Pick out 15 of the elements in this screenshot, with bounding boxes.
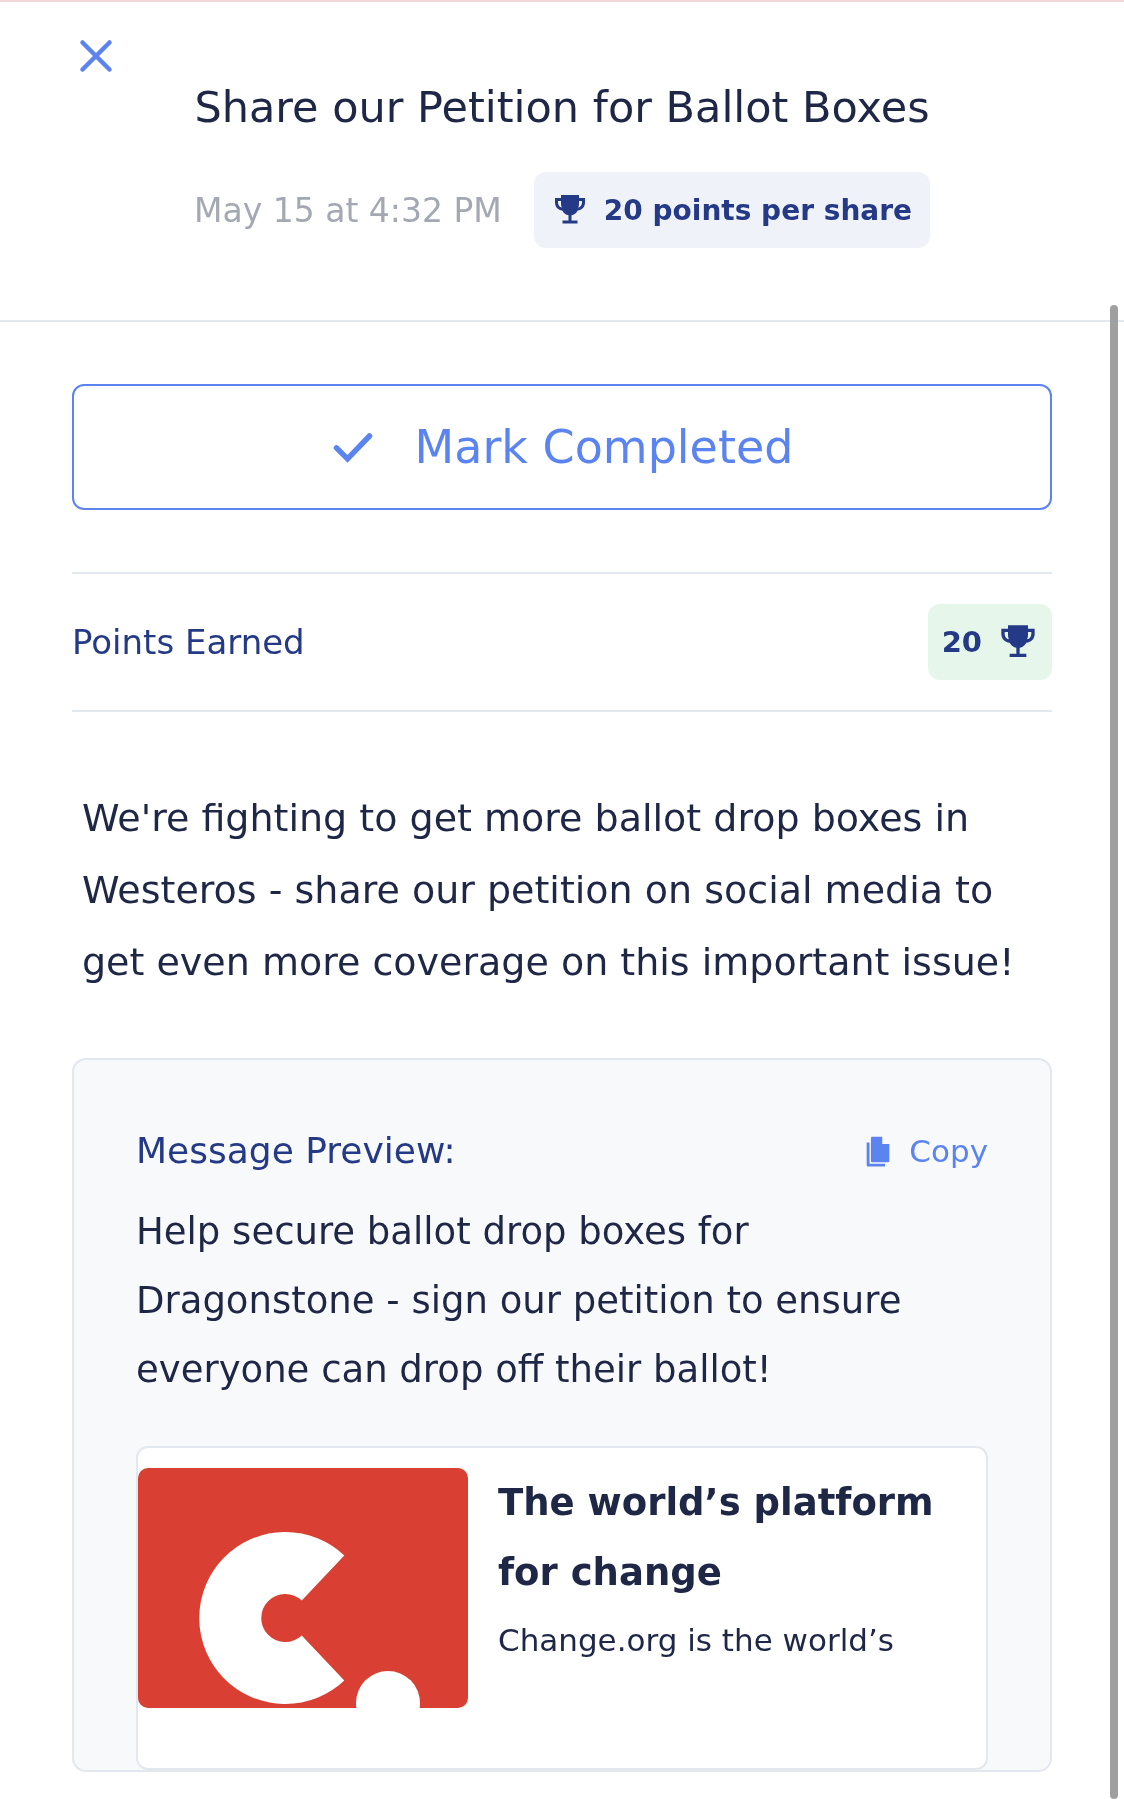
scrollbar[interactable]: [1110, 305, 1118, 1799]
description-text: We're fighting to get more ballot drop boxes in Westeros - share our petition on social media to get even more coverage on this important issue!: [82, 795, 1016, 986]
message-preview-heading: Message Preview:: [136, 1130, 456, 1171]
link-preview-card[interactable]: The world’s platform for change Change.org is the world’s: [136, 1446, 988, 1770]
mark-completed-button[interactable]: Mark Completed: [72, 384, 1052, 510]
close-icon: [78, 38, 114, 74]
page-title: Share our Petition for Ballot Boxes: [193, 82, 931, 132]
points-earned-label: Points Earned: [72, 622, 305, 662]
link-title: The world’s platform for change: [498, 1480, 935, 1596]
message-text: Help secure ballot drop boxes for Dragonstone - sign our petition to ensure everyone can drop off their ballot!: [136, 1209, 903, 1393]
points-badge-text: 20 points per share: [603, 193, 912, 227]
date-text: May 15 at 4:32 PM: [194, 190, 502, 230]
copy-button[interactable]: Copy: [861, 1131, 988, 1170]
link-description: Change.org is the world’s: [498, 1622, 895, 1658]
points-value: 20: [941, 625, 982, 659]
